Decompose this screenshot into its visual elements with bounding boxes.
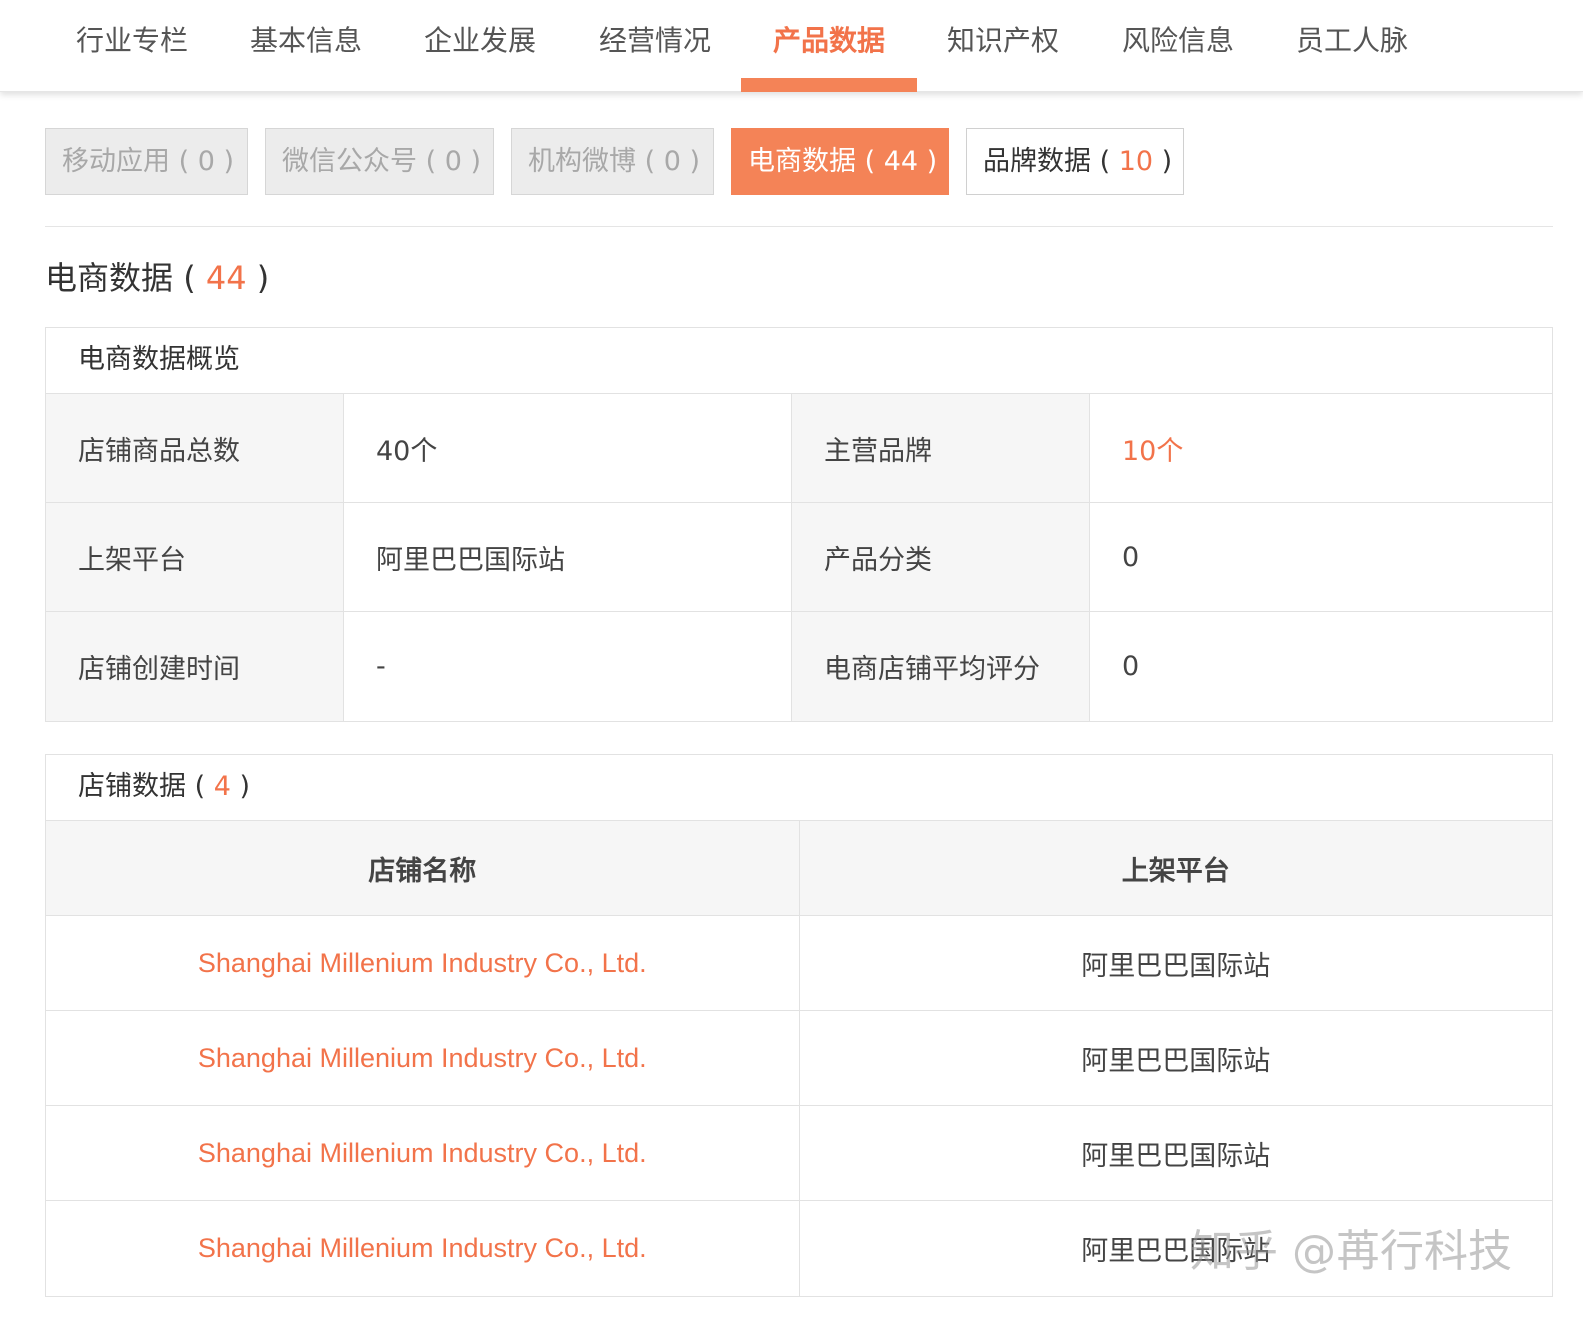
store-name-link[interactable]: Shanghai Millenium Industry Co., Ltd.	[198, 1233, 647, 1264]
store-name-link[interactable]: Shanghai Millenium Industry Co., Ltd.	[198, 1138, 647, 1169]
subtab-count: 44	[883, 146, 919, 177]
column-header-platform: 上架平台	[1121, 855, 1230, 887]
nav-tab-development[interactable]: 企业发展	[392, 0, 568, 92]
nav-tab-staff[interactable]: 员工人脉	[1264, 0, 1440, 92]
table-row: Shanghai Millenium Industry Co., Ltd. 阿里…	[46, 1106, 1552, 1201]
overview-value: -	[344, 612, 792, 721]
nav-tab-product-data[interactable]: 产品数据	[741, 0, 917, 92]
subtab-ecommerce[interactable]: 电商数据 ( 44 )	[731, 128, 949, 195]
overview-label: 产品分类	[792, 503, 1090, 611]
overview-value: 40个	[344, 394, 792, 502]
divider	[45, 226, 1553, 227]
overview-title: 电商数据概览	[46, 328, 1552, 394]
overview-row: 上架平台 阿里巴巴国际站 产品分类 0	[46, 503, 1552, 612]
overview-value: 0	[1090, 612, 1552, 721]
overview-row: 店铺创建时间 - 电商店铺平均评分 0	[46, 612, 1552, 721]
table-row: Shanghai Millenium Industry Co., Ltd. 阿里…	[46, 916, 1552, 1011]
nav-tab-basic-info[interactable]: 基本信息	[218, 0, 394, 92]
store-name-link[interactable]: Shanghai Millenium Industry Co., Ltd.	[198, 948, 647, 979]
overview-panel: 电商数据概览 店铺商品总数 40个 主营品牌 10个 上架平台 阿里巴巴国际站 …	[45, 327, 1553, 722]
overview-label: 上架平台	[46, 503, 344, 611]
store-platform: 阿里巴巴国际站	[1081, 1045, 1271, 1077]
overview-value: 0	[1090, 503, 1552, 611]
subtab-label: 品牌数据	[983, 146, 1091, 177]
nav-tab-industry[interactable]: 行业专栏	[44, 0, 220, 92]
subtab-count: 10	[1118, 146, 1154, 177]
nav-tab-operations[interactable]: 经营情况	[567, 0, 743, 92]
overview-label: 店铺创建时间	[46, 612, 344, 721]
subtab-label: 移动应用	[62, 146, 170, 177]
subtab-brands[interactable]: 品牌数据 ( 10 )	[966, 128, 1184, 195]
store-name-link[interactable]: Shanghai Millenium Industry Co., Ltd.	[198, 1043, 647, 1074]
section-title-count: 44	[205, 259, 247, 297]
subtab-count: 0	[444, 146, 462, 177]
stores-table-header: 店铺名称 上架平台	[46, 821, 1552, 916]
top-nav: 行业专栏 基本信息 企业发展 经营情况 产品数据 知识产权 风险信息 员工人脉	[0, 0, 1583, 92]
overview-value-brands-link[interactable]: 10个	[1090, 394, 1552, 502]
subtab-wechat[interactable]: 微信公众号 ( 0 )	[265, 128, 494, 195]
subtab-count: 0	[663, 146, 681, 177]
nav-tab-ip[interactable]: 知识产权	[915, 0, 1091, 92]
section-title-label: 电商数据	[45, 259, 174, 297]
stores-title: 店铺数据 ( 4 )	[46, 755, 1552, 821]
stores-title-count: 4	[213, 771, 231, 802]
subtab-label: 机构微博	[528, 146, 636, 177]
store-platform: 阿里巴巴国际站	[1081, 950, 1271, 982]
subtab-weibo[interactable]: 机构微博 ( 0 )	[511, 128, 714, 195]
subtab-label: 电商数据	[748, 146, 856, 177]
table-row: Shanghai Millenium Industry Co., Ltd. 阿里…	[46, 1011, 1552, 1106]
subtab-mobile-apps[interactable]: 移动应用 ( 0 )	[45, 128, 248, 195]
overview-value: 阿里巴巴国际站	[344, 503, 792, 611]
column-header-store-name: 店铺名称	[46, 821, 800, 915]
overview-row: 店铺商品总数 40个 主营品牌 10个	[46, 394, 1552, 503]
store-platform: 阿里巴巴国际站	[1081, 1140, 1271, 1172]
watermark: 知乎 @苒行科技	[1190, 1226, 1512, 1277]
overview-label: 主营品牌	[792, 394, 1090, 502]
subtab-label: 微信公众号	[282, 146, 417, 177]
overview-label: 电商店铺平均评分	[792, 612, 1090, 721]
section-title: 电商数据 ( 44 )	[45, 259, 270, 297]
subtab-count: 0	[197, 146, 215, 177]
brand-count-link[interactable]: 10个	[1122, 429, 1183, 468]
stores-title-label: 店铺数据	[78, 771, 186, 802]
nav-tab-risk[interactable]: 风险信息	[1090, 0, 1266, 92]
overview-label: 店铺商品总数	[46, 394, 344, 502]
